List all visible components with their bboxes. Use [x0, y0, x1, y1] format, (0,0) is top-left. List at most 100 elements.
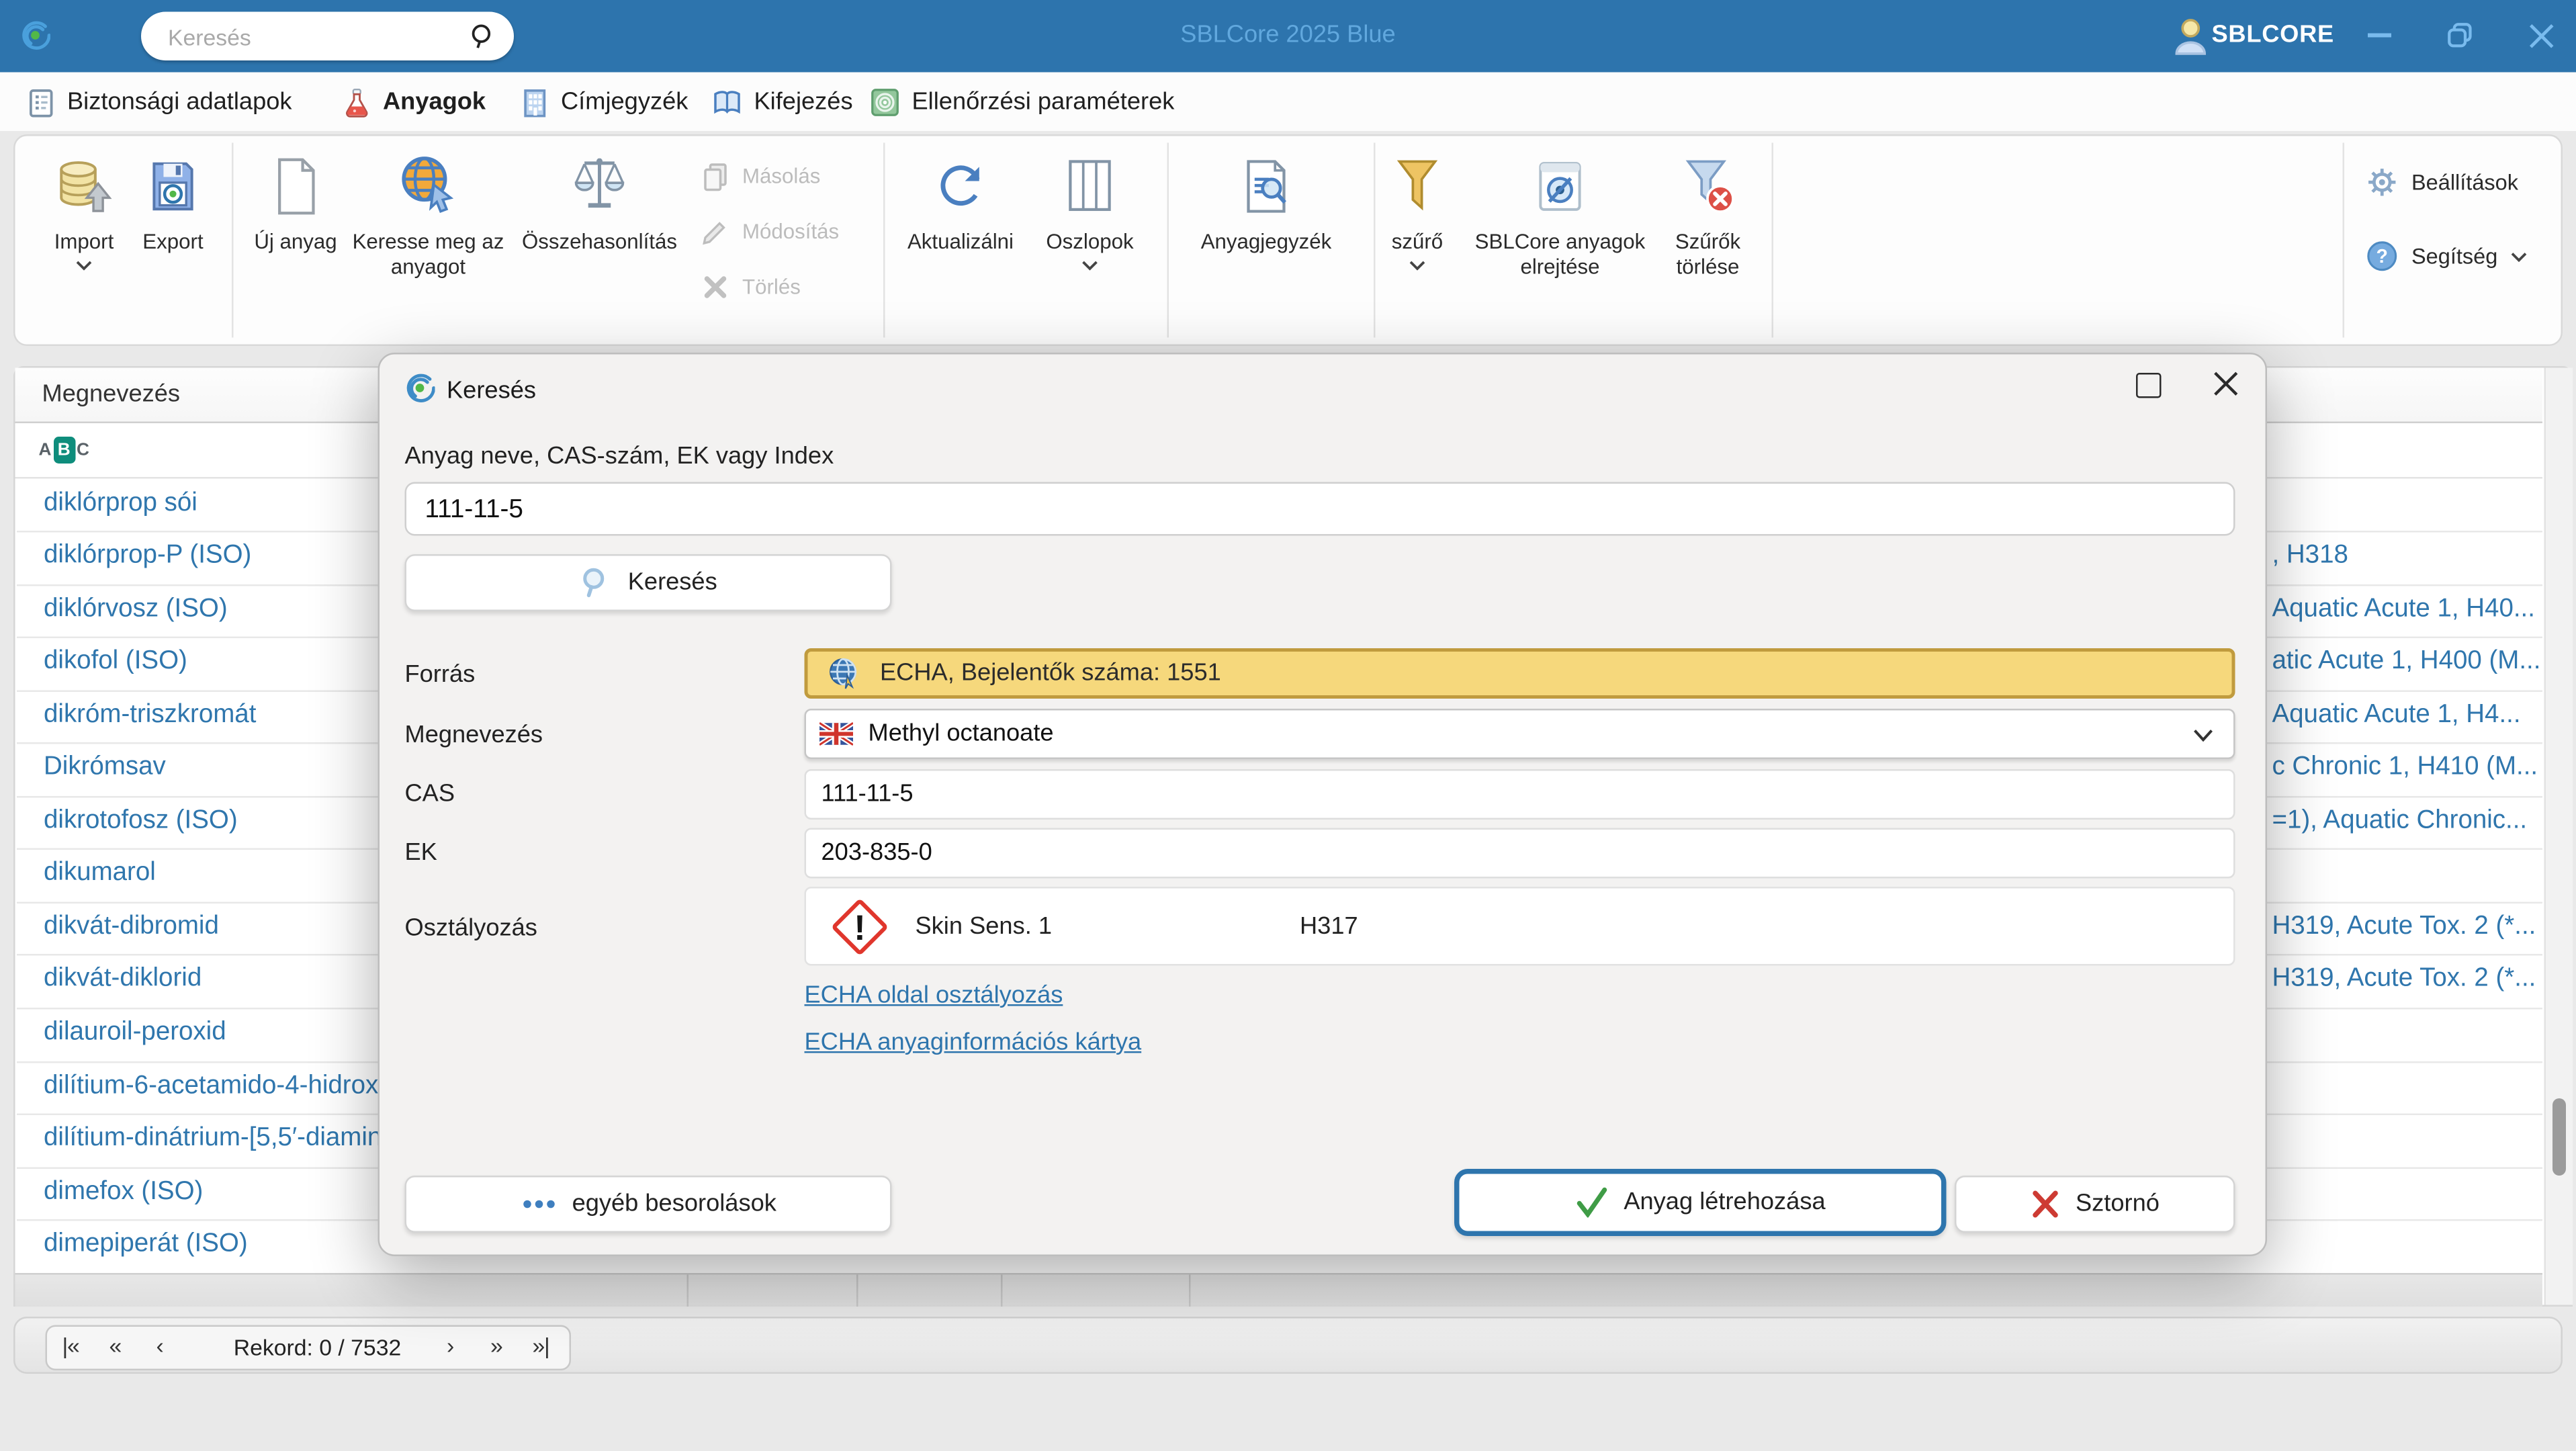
clear-filters-button[interactable]: Szűrők törlése [1656, 153, 1760, 281]
target-icon [871, 89, 899, 116]
next-record-button[interactable]: › [447, 1333, 454, 1359]
title-bar: SBLCore 2025 Blue SBLCORE [0, 0, 2576, 73]
fast-next-button[interactable]: » [490, 1333, 503, 1359]
query-input-box[interactable] [404, 482, 2235, 536]
abc-filter-icon[interactable]: ABC [39, 435, 89, 463]
material-name[interactable]: dikróm-triszkromát [44, 700, 256, 730]
fast-prev-button[interactable]: « [109, 1333, 122, 1359]
gear-icon [2368, 169, 2396, 196]
uk-flag-icon [819, 722, 853, 746]
material-name[interactable]: dimepiperát (ISO) [44, 1229, 248, 1260]
import-icon [40, 153, 128, 217]
export-icon [130, 153, 217, 217]
svg-text:?: ? [2377, 246, 2388, 267]
material-name[interactable]: dimefox (ISO) [44, 1177, 203, 1207]
material-name[interactable]: dikumarol [44, 859, 156, 889]
compare-button[interactable]: Összehasonlítás [506, 153, 694, 256]
building-icon [524, 88, 546, 117]
echa-infocard-link[interactable]: ECHA anyaginformációs kártya [805, 1030, 1142, 1057]
material-name[interactable]: diklórprop sói [44, 488, 197, 518]
ec-field[interactable]: 203-835-0 [804, 828, 2235, 879]
filter-button[interactable]: szűrő [1379, 153, 1456, 271]
red-x-icon [2033, 1190, 2058, 1218]
scrollbar-thumb[interactable] [2552, 1098, 2566, 1176]
classification-fragment: atic Acute 1, H400 (M... [2272, 646, 2541, 676]
material-name[interactable]: dikofol (ISO) [44, 647, 187, 677]
material-name[interactable]: diklórvosz (ISO) [44, 594, 228, 624]
source-field[interactable]: ECHA, Bejelentők száma: 1551 [804, 648, 2235, 699]
document-search-icon [1189, 153, 1343, 217]
find-material-button[interactable]: Keresse meg az anyagot [351, 153, 506, 281]
name-dropdown[interactable]: Methyl octanoate [804, 709, 2235, 759]
classification-name: Skin Sens. 1 [915, 912, 1053, 940]
material-list-button[interactable]: Anyagjegyzék [1189, 153, 1343, 256]
query-input[interactable] [421, 490, 2209, 531]
export-button[interactable]: Export [130, 153, 217, 256]
dialog-search-button[interactable]: Keresés [404, 554, 892, 611]
material-name[interactable]: dilauroil-peroxid [44, 1018, 226, 1048]
classification-box: ! Skin Sens. 1 H317 [804, 887, 2235, 966]
material-name[interactable]: dikvát-dibromid [44, 912, 219, 942]
minimize-button[interactable] [2354, 10, 2405, 60]
material-name[interactable]: diklórprop-P (ISO) [44, 541, 251, 571]
hide-sblcore-materials-button[interactable]: SBLCore anyagok elrejtése [1468, 153, 1652, 281]
material-name[interactable]: Dikrómsav [44, 753, 166, 783]
name-label: Megnevezés [404, 722, 543, 749]
chevron-down-icon [2512, 251, 2528, 261]
ellipsis-icon [523, 1200, 554, 1208]
material-name[interactable]: dikvát-diklorid [44, 965, 202, 995]
close-button[interactable] [2516, 10, 2566, 60]
restore-icon [2448, 23, 2472, 48]
source-label: Forrás [404, 662, 476, 689]
import-button[interactable]: Import [40, 153, 128, 271]
source-value: ECHA, Bejelentők száma: 1551 [880, 660, 1221, 687]
svg-text:!: ! [854, 908, 865, 947]
user-label[interactable]: SBLCORE [2212, 22, 2335, 49]
cas-field[interactable]: 111-11-5 [804, 769, 2235, 820]
settings-button[interactable]: Beállítások [2366, 167, 2518, 199]
ghs07-exclamation-pictogram: ! [832, 899, 887, 954]
table-footer-band [15, 1273, 2542, 1307]
vertical-scrollbar[interactable] [2544, 367, 2573, 1305]
delete-x-icon [704, 276, 727, 298]
tab-kifejezes[interactable]: Kifejezés [712, 81, 853, 124]
classification-fragment: c Chronic 1, H410 (M... [2272, 752, 2538, 782]
material-name[interactable]: dikrotofosz (ISO) [44, 805, 238, 836]
material-name[interactable]: dilítium-6-acetamido-4-hidroxi- [44, 1071, 393, 1101]
user-icon [2175, 19, 2206, 55]
other-classifications-button[interactable]: egyéb besorolások [404, 1176, 892, 1233]
globe-search-icon [351, 153, 506, 217]
globe-icon [830, 658, 857, 689]
clear-filter-icon [1656, 153, 1760, 217]
new-material-button[interactable]: Új anyag [245, 153, 346, 256]
tab-biztonsagi-adatlapok[interactable]: Biztonsági adatlapok [27, 81, 292, 124]
new-page-icon [245, 153, 346, 217]
modify-button-disabled: Módosítás [699, 215, 839, 249]
copy-icon [704, 163, 727, 191]
first-record-button[interactable]: |« [62, 1333, 80, 1359]
tab-ellenorzesi-parameterek[interactable]: Ellenőrzési paraméterek [870, 81, 1174, 124]
restore-button[interactable] [2435, 10, 2485, 60]
echa-classification-link[interactable]: ECHA oldal osztályozás [805, 983, 1063, 1010]
column-header-megnevezes[interactable]: Megnevezés [42, 382, 181, 408]
chevron-down-icon [1409, 261, 1425, 271]
help-button[interactable]: ? Segítség [2366, 240, 2528, 273]
create-material-button[interactable]: Anyag létrehozása [1454, 1169, 1947, 1236]
delete-button-disabled: Törlés [699, 271, 801, 304]
tab-cimjegyzek[interactable]: Címjegyzék [521, 81, 688, 124]
prev-record-button[interactable]: ‹ [157, 1333, 164, 1359]
copy-button-disabled: Másolás [699, 160, 820, 193]
search-icon [582, 568, 604, 597]
classification-fragment: Aquatic Acute 1, H4... [2272, 699, 2521, 729]
dialog-close-icon[interactable] [2213, 371, 2239, 397]
cancel-button[interactable]: Sztornó [1955, 1176, 2235, 1233]
dialog-maximize-button[interactable] [2136, 373, 2162, 398]
columns-button[interactable]: Oszlopok [1033, 153, 1147, 271]
last-record-button[interactable]: »| [533, 1333, 550, 1359]
dialog-title: Keresés [447, 378, 537, 405]
tab-anyagok[interactable]: Anyagok [343, 81, 486, 124]
classification-fragment: H319, Acute Tox. 2 (*... [2272, 965, 2536, 994]
material-name[interactable]: dilítium-dinátrium-[5,5′-diamino [44, 1124, 396, 1154]
chevron-down-icon[interactable] [2193, 729, 2213, 742]
refresh-button[interactable]: Aktualizálni [897, 153, 1024, 256]
